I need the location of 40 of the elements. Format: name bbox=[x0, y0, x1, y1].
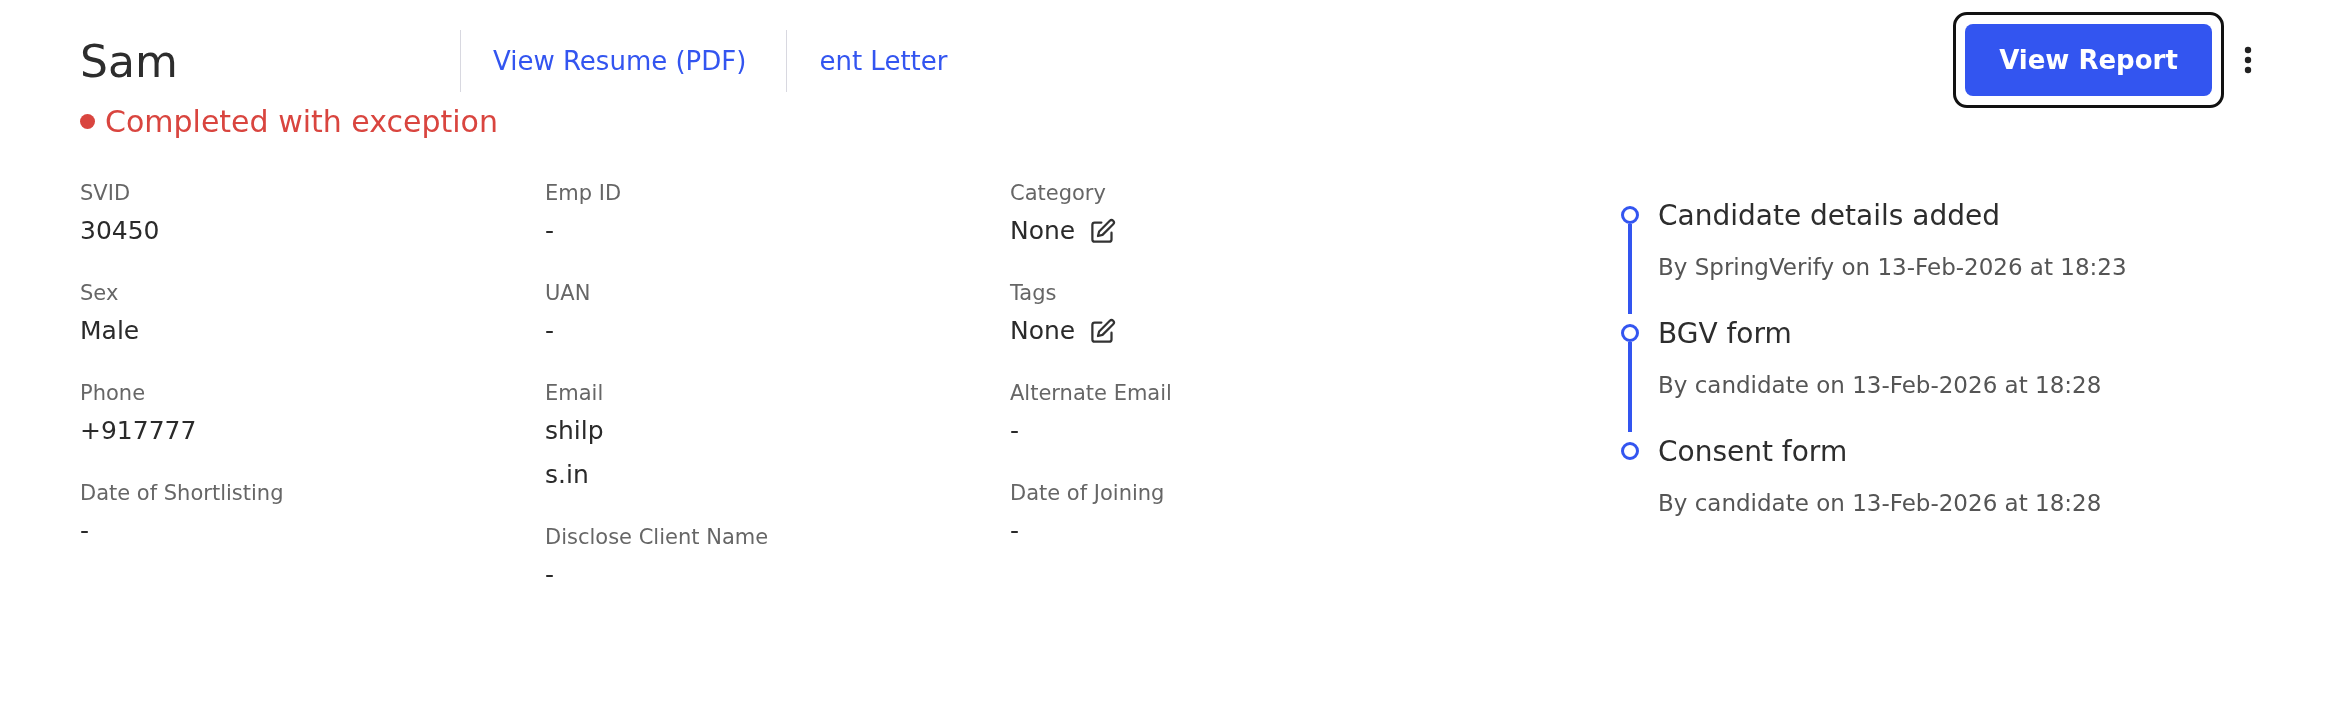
edit-icon[interactable] bbox=[1089, 317, 1117, 345]
field-label: Disclose Client Name bbox=[545, 524, 770, 551]
field-value: 30450 bbox=[80, 215, 160, 247]
field-value: s.in bbox=[545, 459, 589, 491]
field-value: - bbox=[80, 515, 90, 547]
field-label: Tags bbox=[1010, 280, 1058, 307]
field-value: - bbox=[1010, 515, 1020, 547]
more-menu-icon[interactable] bbox=[2244, 46, 2252, 74]
timeline-subtitle: By candidate on 13-Feb-2026 at 18:28 bbox=[1658, 372, 2102, 398]
field-value: Male bbox=[80, 315, 140, 347]
field-value: None bbox=[1010, 215, 1076, 247]
timeline-subtitle: By SpringVerify on 13-Feb-2026 at 18:23 bbox=[1658, 254, 2127, 280]
field-value: - bbox=[545, 559, 555, 591]
field-value: shilp bbox=[545, 415, 604, 447]
field-value: - bbox=[1010, 415, 1020, 447]
timeline-subtitle: By candidate on 13-Feb-2026 at 18:28 bbox=[1658, 490, 2102, 516]
field-label: Emp ID bbox=[545, 180, 623, 207]
field-value: None bbox=[1010, 315, 1076, 347]
document-link[interactable]: ent Letter bbox=[819, 46, 948, 76]
field-value: +917777 bbox=[80, 415, 197, 447]
view-report-button[interactable]: View Report bbox=[1965, 24, 2212, 96]
candidate-name: Sam bbox=[80, 35, 179, 87]
field-label: Alternate Email bbox=[1010, 380, 1173, 407]
field-label: Sex bbox=[80, 280, 120, 307]
field-label: Date of Joining bbox=[1010, 480, 1166, 507]
timeline-title: Candidate details added bbox=[1658, 198, 2001, 234]
timeline-title: BGV form bbox=[1658, 316, 1793, 352]
edit-icon[interactable] bbox=[1089, 217, 1117, 245]
status-text: Completed with exception bbox=[105, 104, 498, 139]
document-link[interactable]: View Resume (PDF) bbox=[493, 46, 747, 76]
field-label: Category bbox=[1010, 180, 1107, 207]
field-label: Phone bbox=[80, 380, 147, 407]
timeline-node bbox=[1621, 442, 1639, 460]
field-label: SVID bbox=[80, 180, 132, 207]
field-value: - bbox=[545, 215, 555, 247]
field-label: UAN bbox=[545, 280, 592, 307]
field-label: Email bbox=[545, 380, 605, 407]
timeline-title: Consent form bbox=[1658, 434, 1849, 470]
field-label: Date of Shortlisting bbox=[80, 480, 285, 507]
field-value: - bbox=[545, 315, 555, 347]
